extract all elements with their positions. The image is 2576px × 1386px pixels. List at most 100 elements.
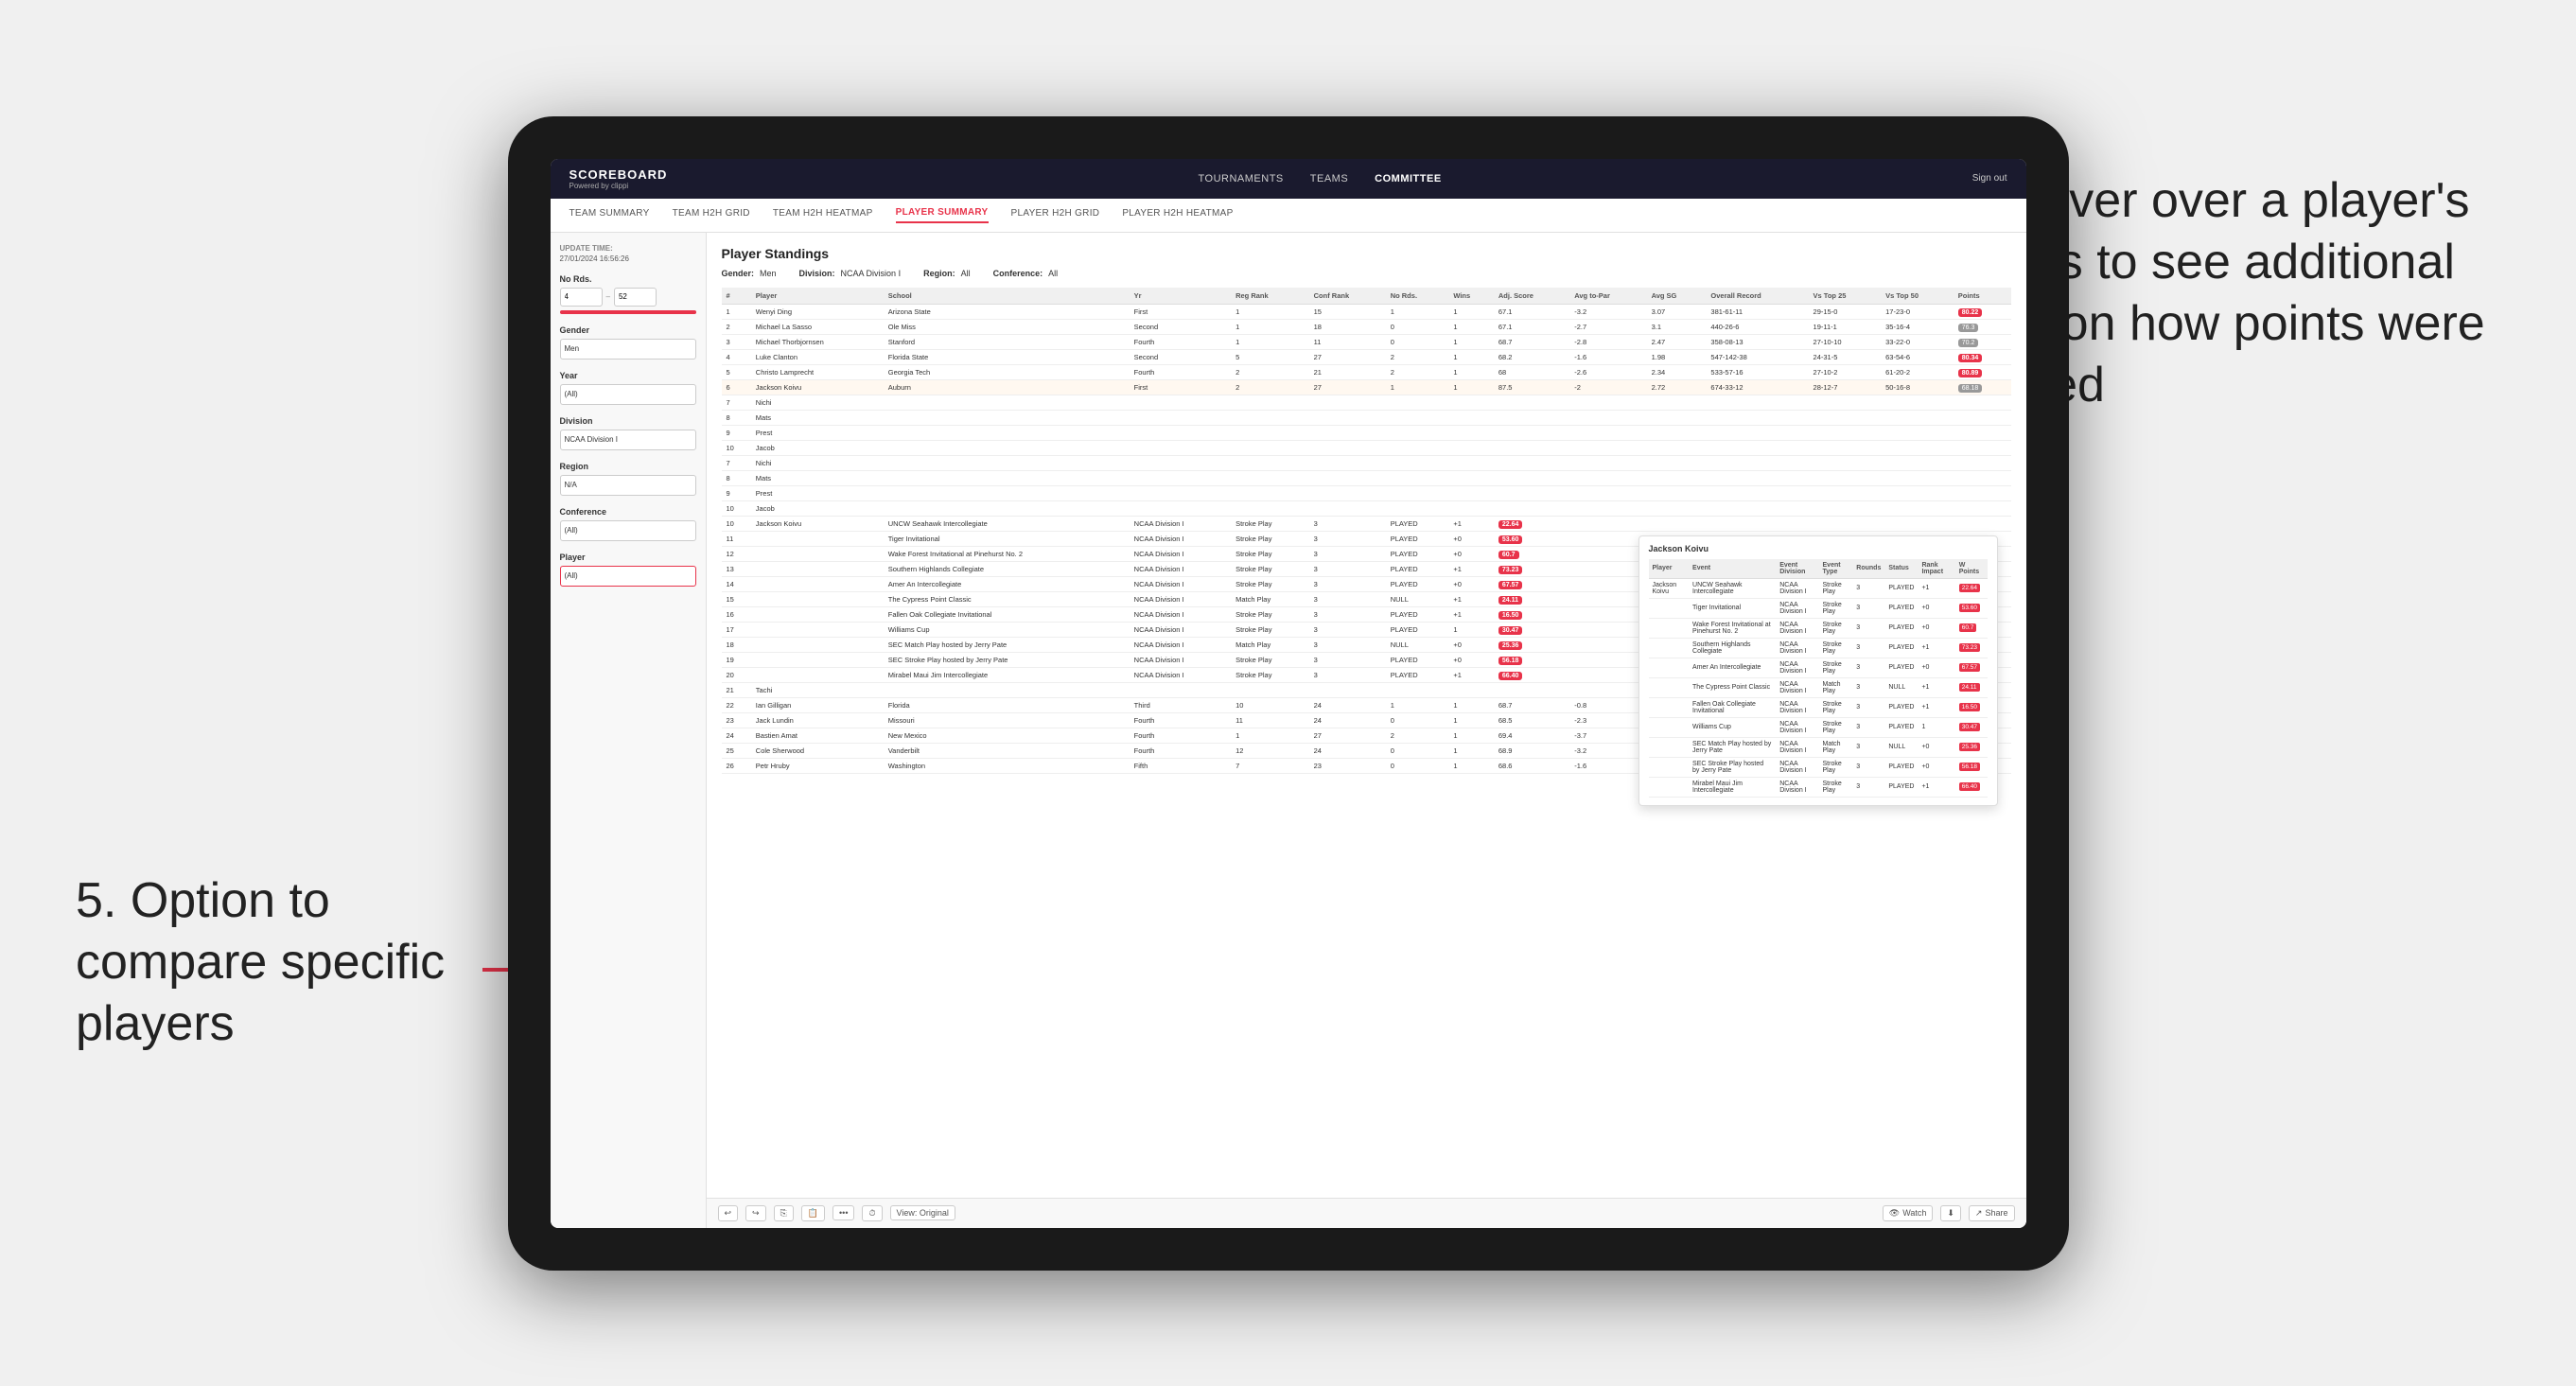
sub-nav-player-summary[interactable]: PLAYER SUMMARY xyxy=(896,207,989,223)
sidebar-update-time: Update time: 27/01/2024 16:56:26 xyxy=(560,244,696,263)
table-row: 6Jackson KoivuAuburnFirst2271187.5-22.72… xyxy=(722,379,2011,395)
table-row: 8Mats xyxy=(722,410,2011,425)
copy-button[interactable]: ⎘ xyxy=(774,1205,794,1221)
sign-out-button[interactable]: Sign out xyxy=(1972,173,2007,184)
points-badge[interactable]: 16.50 xyxy=(1498,611,1523,620)
gender-select[interactable]: Men Women xyxy=(560,339,696,360)
tooltip-points-badge[interactable]: 67.57 xyxy=(1959,663,1980,672)
tth-type: Event Type xyxy=(1819,559,1853,579)
filter-region-value: All xyxy=(961,269,971,278)
no-rds-max-input[interactable] xyxy=(614,288,657,307)
tooltip-row: Wake Forest Invitational at Pinehurst No… xyxy=(1649,618,1988,638)
tooltip-points-badge[interactable]: 30.47 xyxy=(1959,723,1980,731)
tooltip-points-badge[interactable]: 73.23 xyxy=(1959,643,1980,652)
undo-button[interactable]: ↩ xyxy=(718,1205,739,1221)
conference-select[interactable]: (All) xyxy=(560,520,696,541)
points-badge[interactable]: 76.3 xyxy=(1958,324,1979,332)
filter-conference-label: Conference: xyxy=(993,269,1043,278)
points-badge[interactable]: 24.11 xyxy=(1498,596,1522,605)
table-row: 10Jacob xyxy=(722,440,2011,455)
points-badge[interactable]: 68.18 xyxy=(1958,384,1983,393)
no-rds-min-input[interactable] xyxy=(560,288,603,307)
tooltip-points-badge[interactable]: 53.60 xyxy=(1959,604,1980,612)
points-badge[interactable]: 56.18 xyxy=(1498,657,1523,665)
tooltip-points-badge[interactable]: 56.18 xyxy=(1959,763,1980,771)
sidebar-region: Region N/A xyxy=(560,462,696,496)
tooltip-points-badge[interactable]: 24.11 xyxy=(1959,683,1980,692)
tooltip-row: The Cypress Point ClassicNCAA Division I… xyxy=(1649,677,1988,697)
nav-tournaments[interactable]: TOURNAMENTS xyxy=(1199,173,1284,184)
points-badge[interactable]: 80.34 xyxy=(1958,354,1983,362)
year-select[interactable]: (All) xyxy=(560,384,696,405)
tth-rank-impact: Rank Impact xyxy=(1918,559,1954,579)
tooltip-row: Fallen Oak Collegiate InvitationalNCAA D… xyxy=(1649,697,1988,717)
region-select[interactable]: N/A xyxy=(560,475,696,496)
filter-region: Region: All xyxy=(923,269,971,278)
points-badge[interactable]: 22.64 xyxy=(1498,520,1523,529)
tooltip-points-badge[interactable]: 25.36 xyxy=(1959,743,1980,751)
points-badge[interactable]: 66.40 xyxy=(1498,672,1523,680)
tooltip-body: Jackson KoivuUNCW Seahawk Intercollegiat… xyxy=(1649,578,1988,797)
points-badge[interactable]: 67.57 xyxy=(1498,581,1523,589)
view-original-button[interactable]: View: Original xyxy=(890,1205,955,1220)
tooltip-points-badge[interactable]: 22.64 xyxy=(1959,584,1980,592)
table-row: 2Michael La SassoOle MissSecond1180167.1… xyxy=(722,319,2011,334)
top-nav: SCOREBOARD Powered by clippi TOURNAMENTS… xyxy=(551,159,2026,199)
points-badge[interactable]: 73.23 xyxy=(1498,566,1523,574)
nav-teams[interactable]: TEAMS xyxy=(1310,173,1348,184)
logo-area: SCOREBOARD Powered by clippi xyxy=(570,167,668,190)
tablet-device: SCOREBOARD Powered by clippi TOURNAMENTS… xyxy=(508,116,2069,1271)
redo-button[interactable]: ↪ xyxy=(745,1205,766,1221)
download-button[interactable]: ⬇ xyxy=(1940,1205,1961,1221)
table-row: 1Wenyi DingArizona StateFirst1151167.1-3… xyxy=(722,304,2011,319)
sub-nav-team-h2h-heatmap[interactable]: TEAM H2H HEATMAP xyxy=(773,208,873,222)
no-rds-range: – xyxy=(560,288,696,307)
points-badge[interactable]: 25.36 xyxy=(1498,641,1523,650)
table-row: 7Nichi xyxy=(722,455,2011,470)
player-select[interactable]: (All) xyxy=(560,566,696,587)
sub-nav-player-h2h-heatmap[interactable]: PLAYER H2H HEATMAP xyxy=(1122,208,1233,222)
points-badge[interactable]: 70.2 xyxy=(1958,339,1979,347)
th-adj-score: Adj. Score xyxy=(1494,288,1569,305)
tablet-screen: SCOREBOARD Powered by clippi TOURNAMENTS… xyxy=(551,159,2026,1228)
tooltip-row: Williams CupNCAA Division IStroke Play3P… xyxy=(1649,717,1988,737)
tooltip-points-badge[interactable]: 60.7 xyxy=(1959,623,1977,632)
th-to-par: Avg to-Par xyxy=(1569,288,1646,305)
main-nav: TOURNAMENTS TEAMS COMMITTEE xyxy=(1199,173,1442,184)
clock-button[interactable]: ⏱ xyxy=(862,1205,882,1221)
paste-button[interactable]: 📋 xyxy=(801,1205,825,1221)
th-conf-rank: Conf Rank xyxy=(1309,288,1386,305)
points-badge[interactable]: 80.22 xyxy=(1958,308,1983,317)
no-rds-slider[interactable] xyxy=(560,310,696,314)
th-wins: Wins xyxy=(1448,288,1494,305)
nav-committee[interactable]: COMMITTEE xyxy=(1375,173,1442,184)
table-row: 10Jackson KoivuUNCW Seahawk Intercollegi… xyxy=(722,516,2011,531)
th-vs25: Vs Top 25 xyxy=(1809,288,1882,305)
sub-nav-team-summary[interactable]: TEAM SUMMARY xyxy=(570,208,650,222)
sub-nav-team-h2h-grid[interactable]: TEAM H2H GRID xyxy=(673,208,750,222)
points-badge[interactable]: 53.60 xyxy=(1498,535,1523,544)
view-original-label: View: Original xyxy=(897,1208,949,1218)
more-button[interactable]: ••• xyxy=(832,1205,854,1220)
tooltip-row: Mirabel Maui Jim IntercollegiateNCAA Div… xyxy=(1649,777,1988,797)
tth-player: Player xyxy=(1649,559,1690,579)
sub-nav: TEAM SUMMARY TEAM H2H GRID TEAM H2H HEAT… xyxy=(551,199,2026,233)
th-player: Player xyxy=(751,288,884,305)
watch-button[interactable]: 👁 Watch xyxy=(1883,1205,1934,1221)
tooltip-row: Amer An IntercollegiateNCAA Division ISt… xyxy=(1649,658,1988,677)
year-label: Year xyxy=(560,371,696,380)
tooltip-player-name: Jackson Koivu xyxy=(1649,544,1709,553)
division-select[interactable]: NCAA Division I xyxy=(560,430,696,450)
share-button[interactable]: ↗ Share xyxy=(1969,1205,2015,1221)
tooltip-points-badge[interactable]: 16.50 xyxy=(1959,703,1980,711)
table-header: # Player School Yr Reg Rank Conf Rank No… xyxy=(722,288,2011,305)
slider-fill xyxy=(560,310,696,314)
sub-nav-player-h2h-grid[interactable]: PLAYER H2H GRID xyxy=(1011,208,1100,222)
points-badge[interactable]: 60.7 xyxy=(1498,551,1519,559)
th-rank: # xyxy=(722,288,751,305)
tooltip-points-badge[interactable]: 66.40 xyxy=(1959,782,1980,791)
points-badge[interactable]: 80.89 xyxy=(1958,369,1983,377)
filter-gender: Gender: Men xyxy=(722,269,777,278)
gender-label: Gender xyxy=(560,325,696,335)
points-badge[interactable]: 30.47 xyxy=(1498,626,1523,635)
